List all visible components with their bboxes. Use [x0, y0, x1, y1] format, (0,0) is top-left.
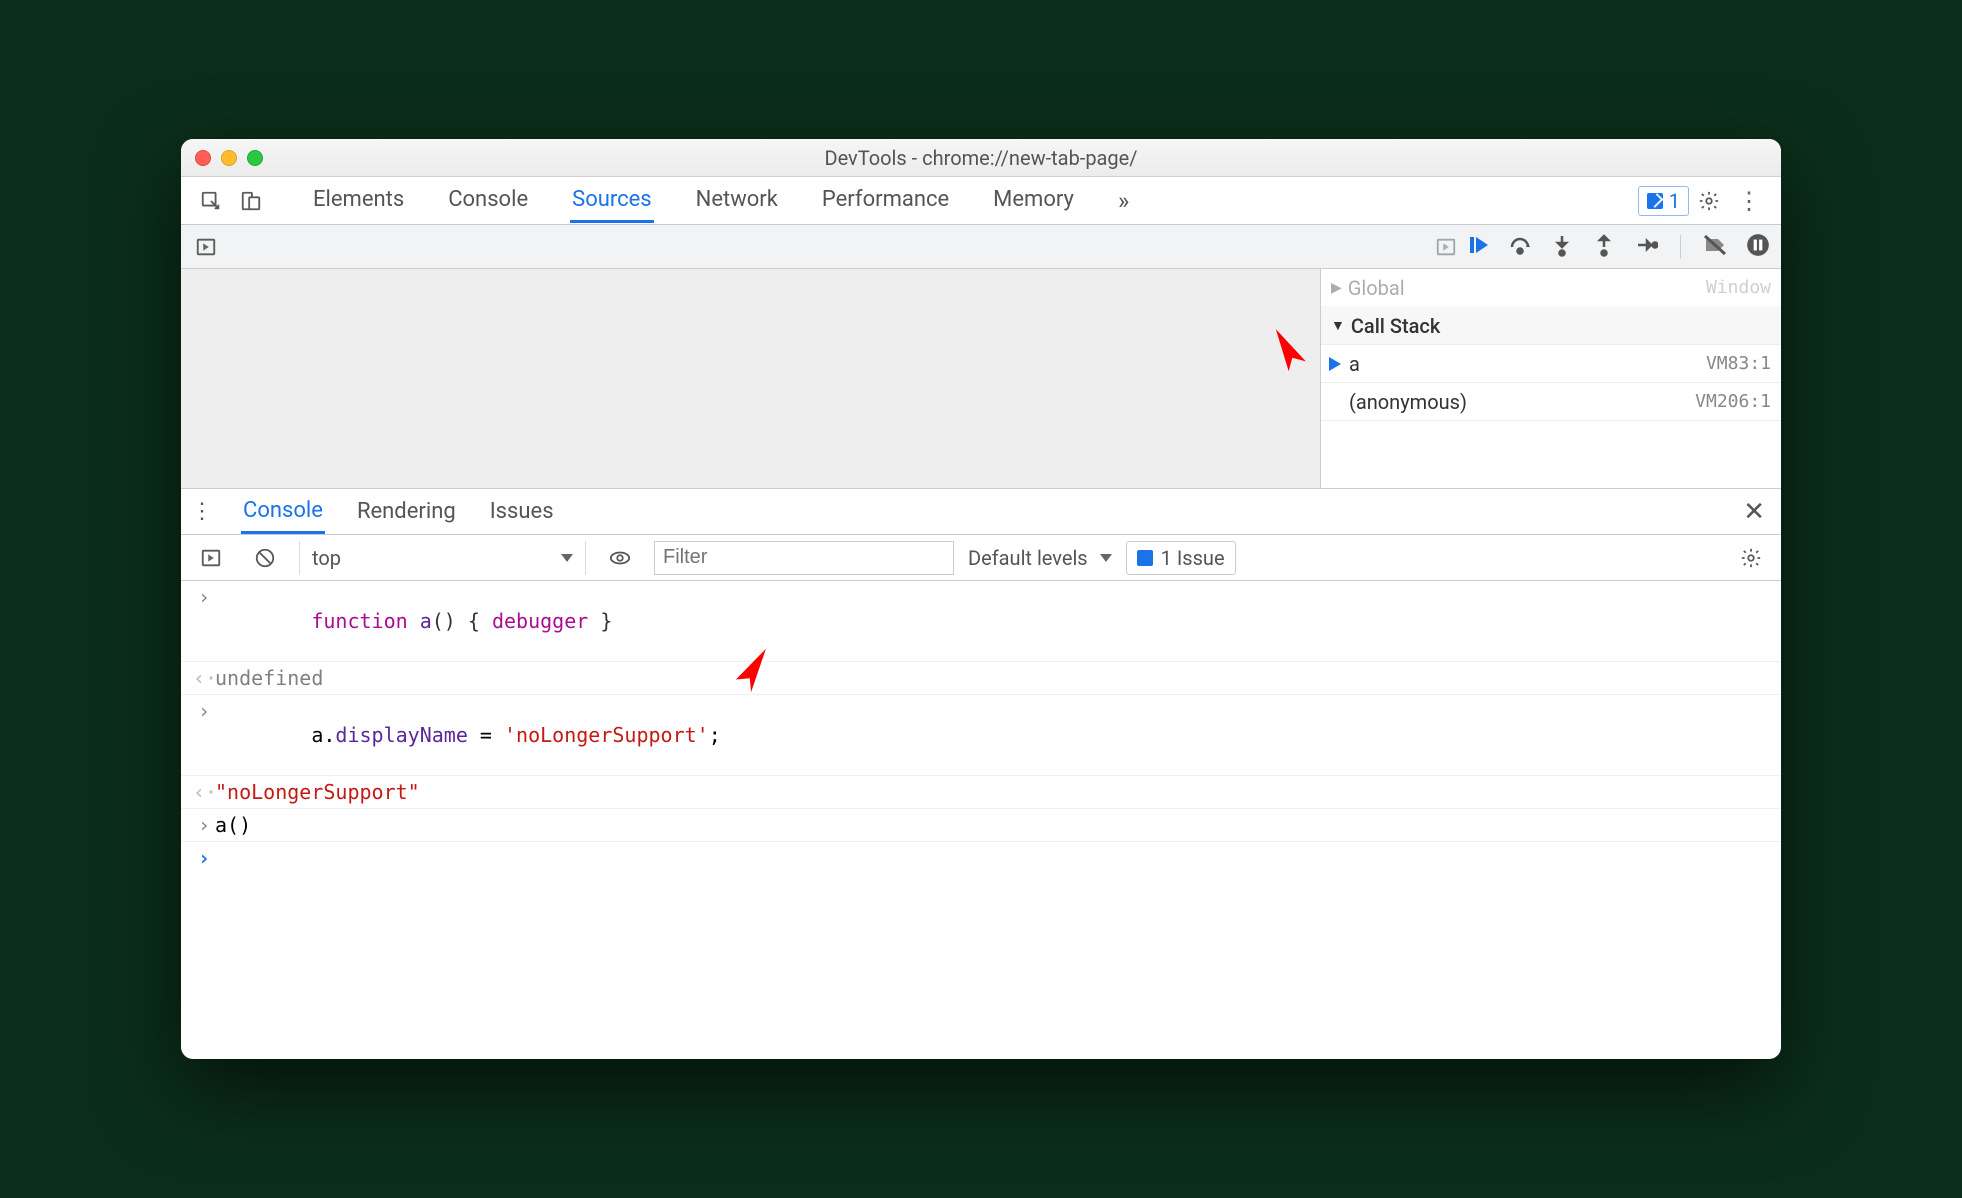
console-output-line: ‹· undefined: [181, 662, 1781, 695]
input-chevron-icon: ›: [193, 585, 215, 609]
console-prompt-line[interactable]: ›: [181, 842, 1781, 874]
sources-toolbar: [181, 225, 1781, 269]
dropdown-icon: [1100, 554, 1112, 562]
drawer-tab-console[interactable]: Console: [241, 490, 325, 534]
debugger-sidebar-toggle-icon[interactable]: [1426, 227, 1466, 267]
console-filter-input[interactable]: [654, 541, 954, 575]
scope-row-fragment: ▶ Global Window: [1321, 269, 1781, 307]
inspect-element-icon[interactable]: [191, 181, 231, 221]
deactivate-breakpoints-icon[interactable]: [1703, 233, 1727, 261]
editor-pane[interactable]: [181, 269, 1321, 488]
navigator-toggle-icon[interactable]: [186, 227, 226, 267]
issues-badge[interactable]: 1: [1638, 186, 1689, 216]
titlebar: DevTools - chrome://new-tab-page/: [181, 139, 1781, 177]
console-settings-gear-icon[interactable]: [1731, 538, 1771, 578]
output-chevron-icon: ‹·: [193, 666, 215, 690]
resume-icon[interactable]: [1466, 233, 1490, 261]
window-title: DevTools - chrome://new-tab-page/: [181, 146, 1781, 170]
drawer-more-icon[interactable]: ⋮: [191, 499, 211, 524]
drawer-tab-rendering[interactable]: Rendering: [355, 491, 458, 532]
device-toolbar-icon[interactable]: [231, 181, 271, 221]
console-input-line: › function a() { debugger }: [181, 581, 1781, 662]
console-toolbar: top Default levels 1 Issue: [181, 535, 1781, 581]
drawer-tab-issues[interactable]: Issues: [488, 491, 556, 532]
drawer-tab-bar: ⋮ Console Rendering Issues ✕: [181, 489, 1781, 535]
console-sidebar-toggle-icon[interactable]: [191, 538, 231, 578]
issues-count: 1: [1669, 189, 1680, 213]
devtools-window: DevTools - chrome://new-tab-page/ Elemen…: [181, 139, 1781, 1059]
step-out-icon[interactable]: [1592, 233, 1616, 261]
step-into-icon[interactable]: [1550, 233, 1574, 261]
settings-gear-icon[interactable]: [1689, 181, 1729, 221]
sources-split: ▶ Global Window ▼ Call Stack a VM83:1 (a…: [181, 269, 1781, 489]
step-over-icon[interactable]: [1508, 233, 1532, 261]
tab-network[interactable]: Network: [694, 179, 780, 223]
console-input-line: › a.displayName = 'noLongerSupport';: [181, 695, 1781, 776]
console-input-line: › a(): [181, 809, 1781, 842]
execution-context-selector[interactable]: top: [299, 541, 586, 575]
call-frame-1[interactable]: (anonymous) VM206:1: [1321, 383, 1781, 421]
output-chevron-icon: ‹·: [193, 780, 215, 804]
tab-performance[interactable]: Performance: [820, 179, 951, 223]
input-chevron-icon: ›: [193, 813, 215, 837]
drawer-close-icon[interactable]: ✕: [1737, 497, 1771, 527]
pause-on-exceptions-icon[interactable]: [1745, 232, 1771, 262]
call-stack-header[interactable]: ▼ Call Stack: [1321, 307, 1781, 345]
console-output[interactable]: › function a() { debugger } ‹· undefined…: [181, 581, 1781, 1059]
issue-icon: [1647, 193, 1663, 209]
main-tabs: Elements Console Sources Network Perform…: [311, 179, 1131, 223]
input-chevron-icon: ›: [193, 699, 215, 723]
tab-elements[interactable]: Elements: [311, 179, 406, 223]
log-levels-selector[interactable]: Default levels: [968, 546, 1112, 570]
clear-console-icon[interactable]: [245, 538, 285, 578]
debugger-sidebar: ▶ Global Window ▼ Call Stack a VM83:1 (a…: [1321, 269, 1781, 488]
more-menu-icon[interactable]: ⋮: [1729, 187, 1771, 215]
tab-memory[interactable]: Memory: [991, 179, 1076, 223]
dropdown-icon: [561, 554, 573, 562]
console-output-line: ‹· "noLongerSupport": [181, 776, 1781, 809]
issue-icon: [1137, 550, 1153, 566]
step-icon[interactable]: [1634, 233, 1658, 261]
tab-overflow[interactable]: »: [1116, 179, 1131, 223]
live-expression-icon[interactable]: [600, 538, 640, 578]
tab-console[interactable]: Console: [446, 179, 530, 223]
main-tab-bar: Elements Console Sources Network Perform…: [181, 177, 1781, 225]
console-issues-button[interactable]: 1 Issue: [1126, 541, 1236, 575]
tab-sources[interactable]: Sources: [570, 179, 654, 223]
call-frame-0[interactable]: a VM83:1: [1321, 345, 1781, 383]
prompt-chevron-icon: ›: [193, 846, 215, 870]
